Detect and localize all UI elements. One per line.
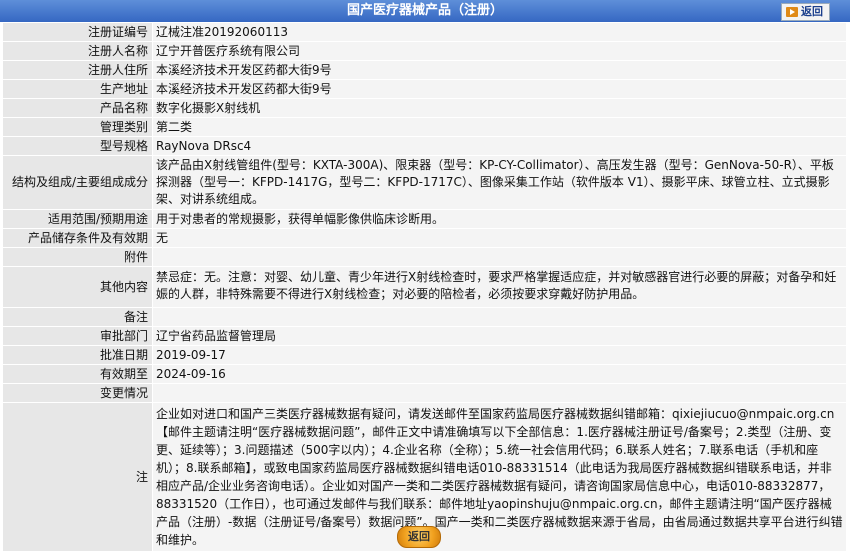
field-value-approval-dept: 辽宁省药品监督管理局 [152, 326, 847, 346]
table-row: 生产地址 本溪经济技术开发区药都大街9号 [3, 79, 847, 99]
field-label-valid-until: 有效期至 [3, 364, 153, 384]
table-row: 管理类别 第二类 [3, 117, 847, 137]
field-value-registrant: 辽宁开普医疗系统有限公司 [152, 41, 847, 61]
field-value-other: 禁忌症：无。注意：对婴、幼儿童、青少年进行X射线检查时，要求严格掌握适应症，并对… [152, 266, 847, 308]
back-button-bottom[interactable]: 返回 [397, 526, 441, 548]
field-value-note: 企业如对进口和国产三类医疗器械数据有疑问，请发送邮件至国家药监局医疗器械数据纠错… [152, 402, 847, 552]
table-row: 批准日期 2019-09-17 [3, 345, 847, 365]
field-label-other: 其他内容 [3, 266, 153, 308]
table-row: 有效期至 2024-09-16 [3, 364, 847, 384]
field-label-remarks: 备注 [3, 307, 153, 327]
field-value-approval-date: 2019-09-17 [152, 345, 847, 365]
field-value-valid-until: 2024-09-16 [152, 364, 847, 384]
table-row: 产品储存条件及有效期 无 [3, 228, 847, 248]
field-value-reg-no: 辽械注准20192060113 [152, 23, 847, 42]
table-row: 适用范围/预期用途 用于对患者的常规摄影，获得单幅影像供临床诊断用。 [3, 209, 847, 229]
table-row: 型号规格 RayNova DRsc4 [3, 136, 847, 156]
field-value-address: 本溪经济技术开发区药都大街9号 [152, 60, 847, 80]
field-label-composition: 结构及组成/主要组成成分 [3, 155, 153, 210]
field-value-category: 第二类 [152, 117, 847, 137]
field-value-changes [152, 383, 847, 403]
table-row: 注册证编号 辽械注准20192060113 [3, 23, 847, 42]
field-label-reg-no: 注册证编号 [3, 23, 153, 42]
detail-table: 注册证编号 辽械注准20192060113 注册人名称 辽宁开普医疗系统有限公司… [3, 23, 847, 552]
arrow-right-icon [786, 7, 798, 17]
field-label-model: 型号规格 [3, 136, 153, 156]
field-label-note: 注 [3, 402, 153, 552]
page-title-bar: 国产医疗器械产品（注册） 返回 [0, 0, 850, 22]
field-value-remarks [152, 307, 847, 327]
field-label-registrant: 注册人名称 [3, 41, 153, 61]
table-row: 产品名称 数字化摄影X射线机 [3, 98, 847, 118]
back-button-top[interactable]: 返回 [781, 3, 830, 21]
field-label-approval-dept: 审批部门 [3, 326, 153, 346]
field-label-approval-date: 批准日期 [3, 345, 153, 365]
table-row: 结构及组成/主要组成成分 该产品由X射线管组件(型号：KXTA-300A)、限束… [3, 155, 847, 210]
field-value-model: RayNova DRsc4 [152, 136, 847, 156]
field-label-storage: 产品储存条件及有效期 [3, 228, 153, 248]
table-row: 审批部门 辽宁省药品监督管理局 [3, 326, 847, 346]
field-label-category: 管理类别 [3, 117, 153, 137]
table-row: 附件 [3, 247, 847, 267]
page-title: 国产医疗器械产品（注册） [346, 3, 503, 18]
field-value-product-name: 数字化摄影X射线机 [152, 98, 847, 118]
field-value-attachment [152, 247, 847, 267]
field-label-production-address: 生产地址 [3, 79, 153, 99]
field-value-usage: 用于对患者的常规摄影，获得单幅影像供临床诊断用。 [152, 209, 847, 229]
field-label-changes: 变更情况 [3, 383, 153, 403]
field-label-product-name: 产品名称 [3, 98, 153, 118]
field-label-attachment: 附件 [3, 247, 153, 267]
field-label-address: 注册人住所 [3, 60, 153, 80]
field-value-composition: 该产品由X射线管组件(型号：KXTA-300A)、限束器（型号：KP-CY-Co… [152, 155, 847, 210]
table-row: 备注 [3, 307, 847, 327]
table-row: 注册人名称 辽宁开普医疗系统有限公司 [3, 41, 847, 61]
field-label-usage: 适用范围/预期用途 [3, 209, 153, 229]
table-row: 其他内容 禁忌症：无。注意：对婴、幼儿童、青少年进行X射线检查时，要求严格掌握适… [3, 266, 847, 308]
table-row: 变更情况 [3, 383, 847, 403]
field-value-storage: 无 [152, 228, 847, 248]
field-value-production-address: 本溪经济技术开发区药都大街9号 [152, 79, 847, 99]
table-row: 注册人住所 本溪经济技术开发区药都大街9号 [3, 60, 847, 80]
page: 国产医疗器械产品（注册） 返回 注册证编号 辽械注准20192060113 注册… [0, 0, 850, 556]
back-button-top-label: 返回 [801, 5, 823, 18]
